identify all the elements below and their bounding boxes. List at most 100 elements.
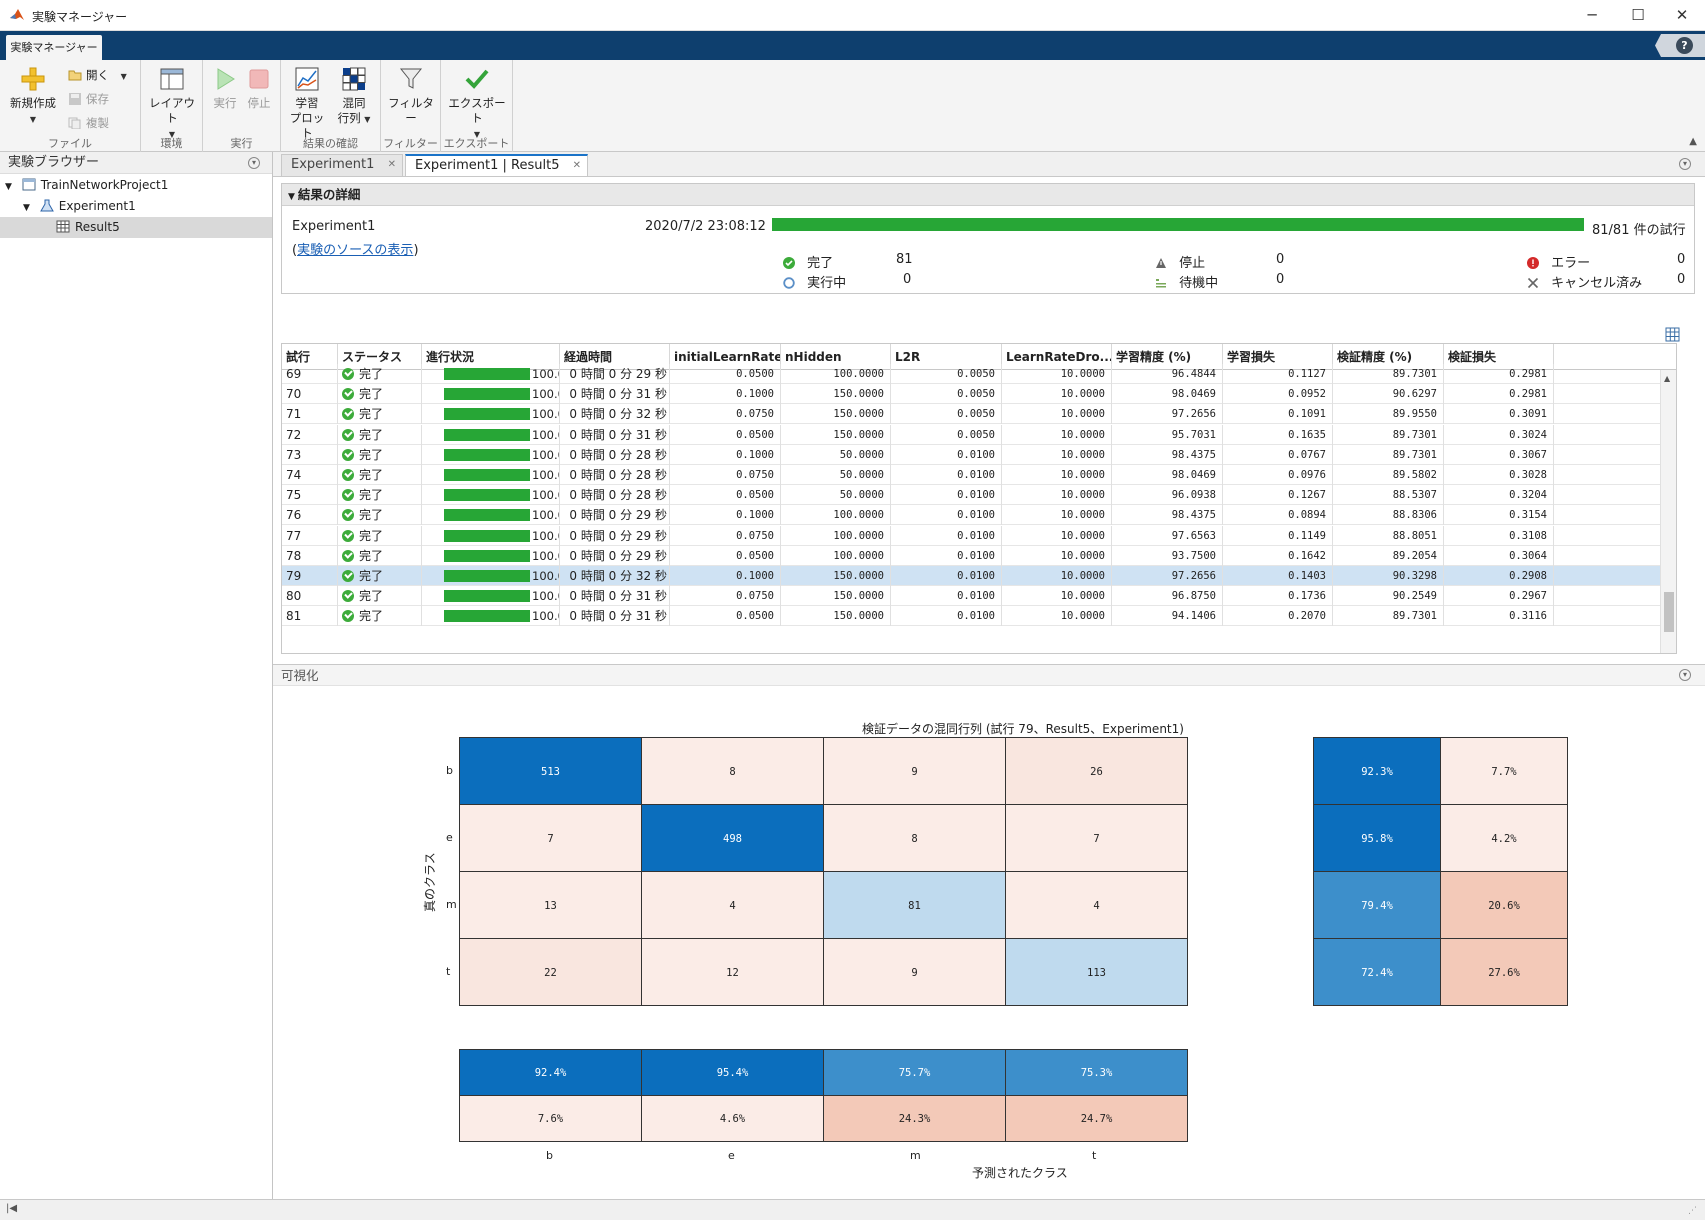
cell-trial: 76 [282, 505, 338, 526]
view-source-link[interactable]: 実験のソースの表示 [297, 243, 413, 258]
cell-status: 完了 [338, 384, 422, 405]
queued-label: 待機中 [1179, 276, 1219, 291]
confusion-cell: 13 [459, 871, 642, 939]
row-class-label: m [446, 897, 457, 911]
expand-arrow-icon[interactable]: ▼ [5, 182, 12, 192]
tab-experiment1-result5[interactable]: Experiment1 | Result5 ✕ [405, 154, 588, 176]
cell-elapsed: 0 時間 0 分 29 秒 [560, 545, 670, 566]
complete-check-icon [342, 529, 354, 542]
column-summary-incorrect-cell: 24.3% [823, 1095, 1006, 1142]
tree-item-result[interactable]: Result5 [0, 217, 272, 238]
cell-trial: 70 [282, 384, 338, 405]
collapse-arrow-icon[interactable]: ▼ [288, 192, 295, 202]
tree-item-experiment[interactable]: ▼ Experiment1 [23, 196, 136, 217]
cell-elapsed: 0 時間 0 分 28 秒 [560, 485, 670, 506]
cell-learn-rate-drop: 10.0000 [1002, 566, 1112, 586]
table-row[interactable]: 71 完了 100.0%0 時間 0 分 32 秒0.0750150.00000.0… [282, 404, 1662, 425]
folder-icon [68, 70, 82, 81]
cell-train-accuracy: 98.4375 [1112, 444, 1223, 465]
open-label: 開く [86, 68, 109, 82]
cell-l2r: 0.0100 [891, 586, 1002, 607]
close-tab-icon[interactable]: ✕ [573, 156, 581, 176]
cell-elapsed: 0 時間 0 分 29 秒 [560, 505, 670, 526]
close-tab-icon[interactable]: ✕ [388, 155, 396, 175]
table-row[interactable]: 78 完了 100.0%0 時間 0 分 29 秒0.0500100.00000.0… [282, 545, 1662, 566]
save-button[interactable]: 保存 [68, 90, 109, 108]
run-button[interactable]: 実行 [209, 66, 241, 111]
column-class-label: m [910, 1149, 921, 1162]
table-row[interactable]: 69 完了 100.0%0 時間 0 分 29 秒0.0500100.00000.0… [282, 364, 1662, 384]
progress-text: 100.0% [532, 407, 559, 422]
help-button[interactable]: ? [1676, 37, 1693, 54]
resize-grip-icon[interactable]: ⋰ [1688, 1206, 1697, 1216]
document-options-icon[interactable]: ▾ [1679, 158, 1691, 170]
collapse-toolstrip-icon[interactable]: ▲ [1689, 136, 1697, 147]
trial-count: 81/81 件の試行 [1592, 223, 1686, 238]
cell-n-hidden: 150.0000 [781, 566, 891, 586]
column-chooser-icon[interactable] [1665, 327, 1680, 342]
table-row[interactable]: 73 完了 100.0%0 時間 0 分 28 秒0.100050.00000.01… [282, 444, 1662, 465]
table-row[interactable]: 80 完了 100.0%0 時間 0 分 31 秒0.0750150.00000.0… [282, 586, 1662, 607]
table-row[interactable]: 70完了100.0%0 時間 0 分 31 秒0.1000150.00000.0… [282, 384, 1662, 405]
stop-button[interactable]: 停止 [243, 66, 275, 111]
result-details-header[interactable]: ▼ 結果の詳細 [282, 184, 1694, 206]
table-row[interactable]: 76完了100.0%0 時間 0 分 29 秒0.1000100.00000.0… [282, 505, 1662, 526]
confusion-matrix-button[interactable]: 混同 行列 ▼ [331, 66, 377, 127]
panel-toggle-icon[interactable]: |◀ [6, 1203, 17, 1214]
experiment-browser: 実験ブラウザー ▾ ▼ TrainNetworkProject1 ▼ Exper… [0, 152, 273, 1199]
cell-train-accuracy: 96.4844 [1112, 364, 1223, 384]
layout-button[interactable]: レイアウト ▼ [144, 66, 200, 142]
cell-train-loss: 0.0767 [1223, 444, 1333, 465]
confusion-cell: 4 [641, 871, 824, 939]
cell-train-accuracy: 96.0938 [1112, 485, 1223, 506]
visualization-options-icon[interactable]: ▾ [1679, 669, 1691, 681]
scrollbar-thumb[interactable] [1664, 592, 1674, 632]
table-row[interactable]: 81 完了 100.0%0 時間 0 分 31 秒0.0500150.00000.0… [282, 606, 1662, 627]
table-row[interactable]: 79 完了 100.0%0 時間 0 分 32 秒0.1000150.00000.0… [282, 566, 1662, 586]
expand-arrow-icon[interactable]: ▼ [23, 203, 30, 213]
column-summary-correct-cell: 95.4% [641, 1049, 824, 1096]
section-run: 実行 停止 実行 [203, 60, 281, 152]
tab-experiment-manager[interactable]: 実験マネージャー [6, 35, 102, 60]
export-button[interactable]: エクスポート ▼ [444, 66, 510, 142]
tab-experiment1[interactable]: Experiment1 ✕ [281, 154, 403, 176]
column-summary-correct-cell: 75.3% [1005, 1049, 1188, 1096]
open-button[interactable]: 開く ▼ [68, 66, 127, 84]
canceled-label: キャンセル済み [1551, 276, 1643, 291]
confusion-dropdown-icon[interactable]: ▼ [364, 115, 370, 124]
open-dropdown-icon[interactable]: ▼ [121, 72, 127, 81]
duplicate-button[interactable]: 複製 [68, 114, 109, 132]
table-row[interactable]: 75 完了 100.0%0 時間 0 分 28 秒0.050050.00000.01… [282, 485, 1662, 506]
table-scrollbar[interactable]: ▲ [1660, 370, 1676, 653]
cell-status: 完了 [338, 485, 422, 506]
cell-train-accuracy: 98.0469 [1112, 465, 1223, 485]
cell-progress: 100.0% [422, 606, 560, 627]
queued-icon [1156, 279, 1166, 288]
trial-progress-bar [444, 448, 530, 461]
visualization-header: 可視化 ▾ [273, 664, 1705, 686]
cell-n-hidden: 150.0000 [781, 404, 891, 425]
row-summary-incorrect-cell: 20.6% [1440, 871, 1568, 939]
confusion-matrix-icon [342, 67, 366, 91]
maximize-button[interactable]: ☐ [1615, 0, 1661, 31]
scroll-up-icon[interactable]: ▲ [1664, 374, 1670, 383]
table-row[interactable]: 77 完了 100.0%0 時間 0 分 29 秒0.0750100.00000.0… [282, 525, 1662, 546]
new-button[interactable]: 新規作成 ▼ [4, 66, 62, 127]
new-label: 新規作成 [10, 96, 56, 110]
training-plot-button[interactable]: 学習 プロット [285, 66, 329, 141]
error-label: エラー [1551, 256, 1591, 271]
close-button[interactable]: ✕ [1659, 0, 1705, 31]
cell-status: 完了 [338, 424, 422, 445]
tree-item-project[interactable]: ▼ TrainNetworkProject1 [5, 175, 168, 196]
new-dropdown-icon[interactable]: ▼ [30, 115, 36, 124]
minimize-button[interactable]: ─ [1569, 0, 1615, 31]
row-summary-incorrect-cell: 27.6% [1440, 938, 1568, 1006]
filter-button[interactable]: フィルター [384, 66, 438, 126]
table-row[interactable]: 74 完了 100.0%0 時間 0 分 28 秒0.075050.00000.01… [282, 465, 1662, 485]
cell-status: 完了 [338, 364, 422, 384]
table-row[interactable]: 72 完了 100.0%0 時間 0 分 31 秒0.0500150.00000.0… [282, 424, 1662, 445]
browser-options-icon[interactable]: ▾ [248, 157, 260, 169]
column-summary-correct-cell: 92.4% [459, 1049, 642, 1096]
cell-n-hidden: 50.0000 [781, 485, 891, 506]
training-plot-icon [295, 67, 319, 91]
